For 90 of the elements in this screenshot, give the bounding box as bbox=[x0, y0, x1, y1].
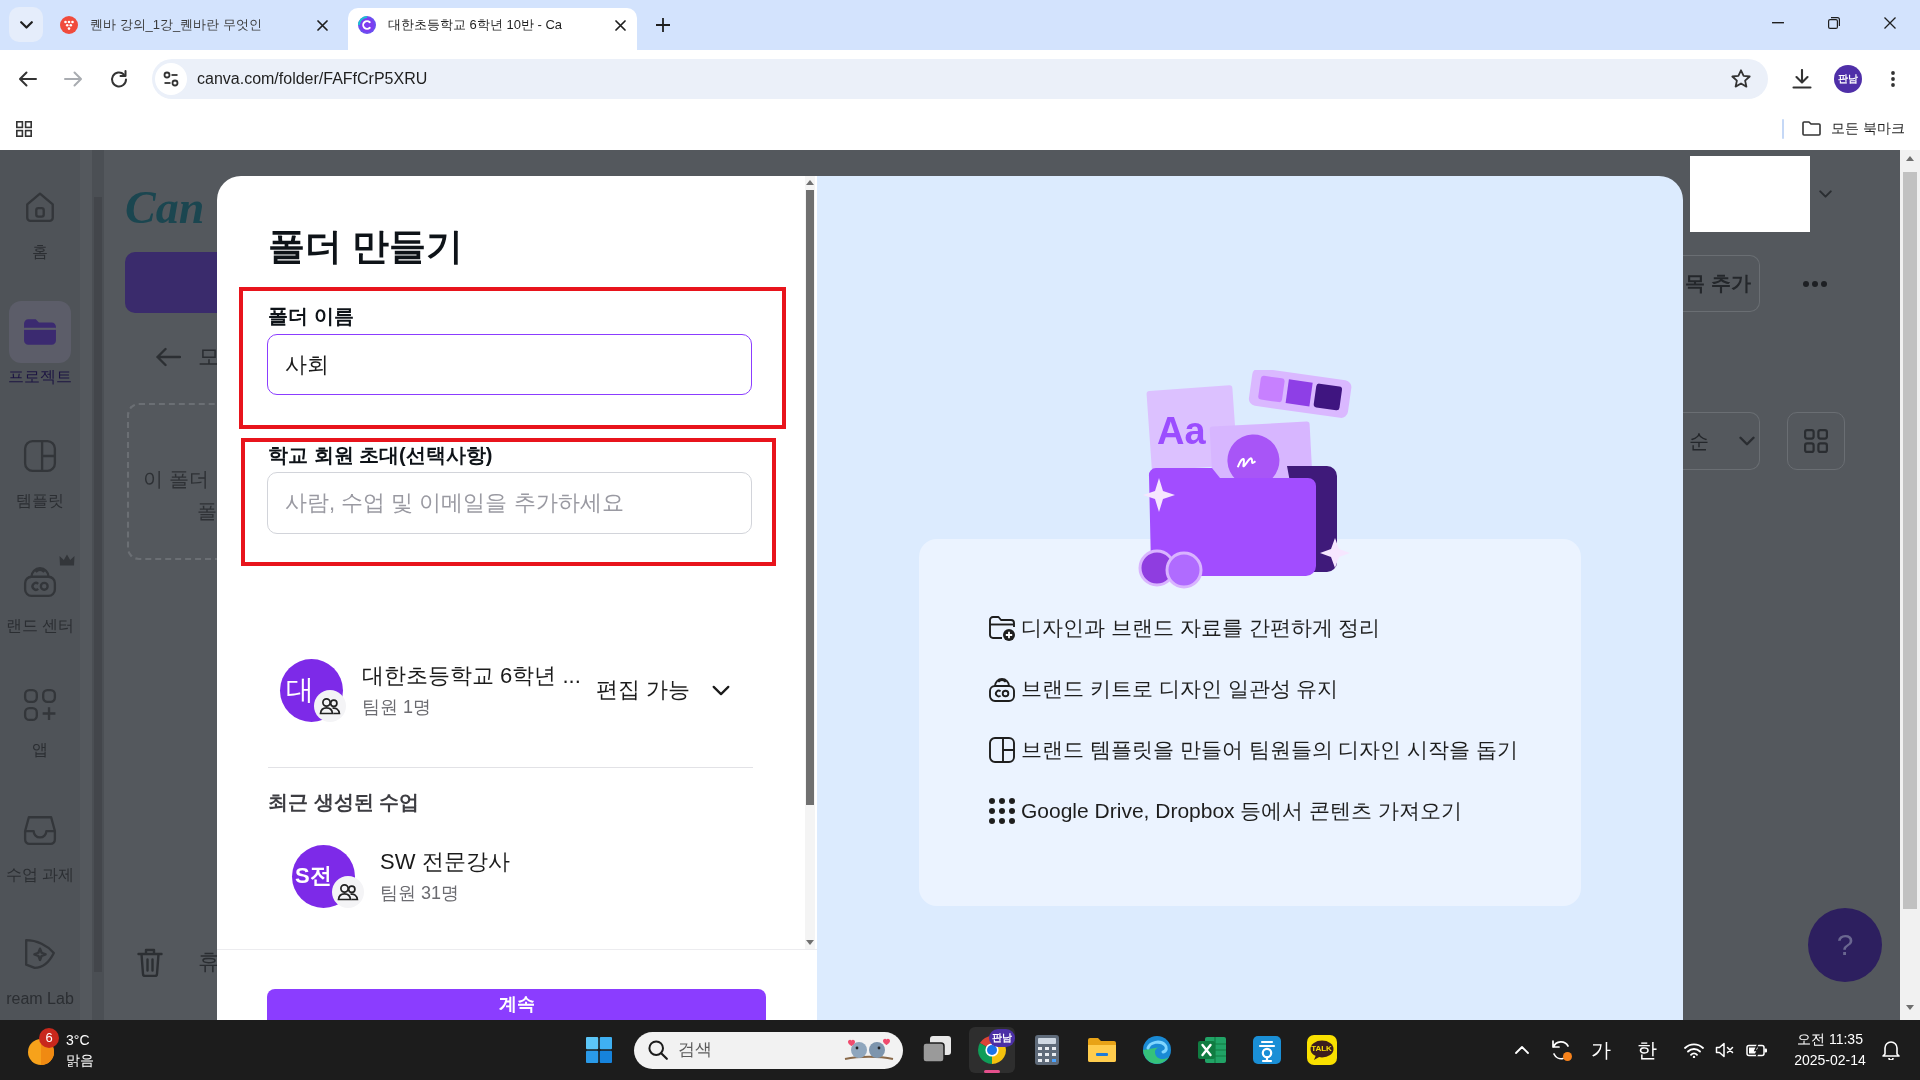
chat-app-icon bbox=[1305, 1034, 1338, 1066]
feature-text: 브랜드 키트로 디자인 일관성 유지 bbox=[1021, 676, 1339, 702]
profile-badge: 판남 bbox=[988, 1029, 1015, 1047]
group-icon bbox=[314, 689, 346, 722]
brand-kit-icon bbox=[988, 675, 1016, 703]
swirl-icon bbox=[1140, 1034, 1173, 1066]
weather-widget[interactable]: 6 3°C 맑음 bbox=[27, 1026, 94, 1074]
grid-view-button[interactable] bbox=[1787, 412, 1845, 470]
tab-search-button[interactable] bbox=[9, 7, 43, 42]
app-icon-label: TALK bbox=[1310, 1044, 1333, 1054]
logo-text: Can bbox=[125, 185, 205, 230]
taskbar-app-button[interactable]: 판남 bbox=[968, 1027, 1015, 1073]
clock-time[interactable]: 오전 11:35 bbox=[1797, 1029, 1863, 1050]
download-icon[interactable] bbox=[1792, 68, 1812, 89]
plus-icon[interactable] bbox=[656, 18, 670, 32]
birds-icon bbox=[842, 1037, 895, 1063]
minimize-icon[interactable] bbox=[1772, 22, 1784, 24]
profile-avatar[interactable]: 판남 bbox=[1834, 64, 1862, 93]
wifi-icon[interactable] bbox=[1684, 1042, 1704, 1058]
home-icon bbox=[23, 190, 57, 224]
folder-plus-icon bbox=[988, 614, 1016, 642]
browser-tab[interactable]: 대한초등학교 6학년 10반 - Ca bbox=[348, 8, 637, 50]
all-bookmarks-button[interactable]: 모든 북마크 bbox=[1802, 119, 1905, 138]
tune-icon[interactable] bbox=[155, 62, 187, 95]
feature-text: 디자인과 브랜드 자료를 간편하게 정리 bbox=[1021, 615, 1381, 641]
close-icon[interactable] bbox=[1884, 17, 1896, 29]
apps-grid-icon[interactable] bbox=[16, 120, 32, 137]
scrollbar-thumb[interactable] bbox=[1903, 172, 1917, 909]
taskbar-app-button[interactable]: TALK bbox=[1298, 1027, 1345, 1073]
restore-icon[interactable] bbox=[1828, 17, 1840, 29]
back-arrow-icon[interactable] bbox=[17, 68, 37, 89]
circle-logo-icon bbox=[358, 16, 376, 34]
browser-tab[interactable]: 퀜바 강의_1강_퀜바란 무엇인 bbox=[56, 8, 338, 50]
trash-icon bbox=[137, 947, 163, 977]
team-name: 대한초등학교 6학년 ... bbox=[362, 662, 582, 689]
dots-grid-icon bbox=[988, 797, 1016, 825]
temperature-text: 3°C bbox=[66, 1031, 91, 1050]
search-input-field[interactable]: 검색 bbox=[677, 1040, 843, 1060]
layout-icon bbox=[988, 736, 1016, 764]
chevron-down-icon bbox=[1739, 436, 1755, 446]
document-app-icon bbox=[1250, 1034, 1283, 1066]
dialog-title: 폴더 만들기 bbox=[268, 225, 465, 269]
sync-icon[interactable] bbox=[1549, 1038, 1573, 1062]
group-icon bbox=[332, 875, 364, 908]
continue-button[interactable]: 계속 bbox=[267, 989, 766, 1020]
apps-icon bbox=[23, 688, 57, 722]
weather-condition-text: 맑음 bbox=[66, 1051, 94, 1070]
class-list-item[interactable]: S전 SW 전문강사 팀원 31명 bbox=[292, 845, 805, 907]
scroll-up-icon[interactable] bbox=[1906, 156, 1914, 161]
input-language-indicator[interactable]: 한 bbox=[1630, 1036, 1664, 1064]
member-count: 팀원 1명 bbox=[362, 695, 432, 718]
layout-icon bbox=[23, 439, 57, 473]
notification-badge: 6 bbox=[39, 1028, 59, 1048]
text-input-field[interactable]: 사회 bbox=[267, 334, 752, 395]
clock-date[interactable]: 2025-02-14 bbox=[1794, 1050, 1866, 1071]
font-sample-text: Aa bbox=[1157, 410, 1206, 452]
permission-dropdown[interactable]: 편집 가능 bbox=[591, 675, 734, 705]
close-icon[interactable] bbox=[317, 19, 328, 31]
chevron-up-icon[interactable] bbox=[1515, 1046, 1529, 1054]
chevron-down-icon bbox=[19, 20, 33, 29]
scroll-down-icon[interactable] bbox=[1906, 1005, 1914, 1010]
class-name: SW 전문강사 bbox=[380, 848, 511, 875]
field-label: 폴더 이름 bbox=[268, 304, 355, 328]
notification-bell-icon[interactable] bbox=[1882, 1040, 1900, 1060]
field-label: 학교 회원 초대(선택사항) bbox=[268, 443, 494, 467]
search-icon bbox=[647, 1040, 668, 1060]
sparkle-card-icon bbox=[23, 937, 57, 971]
star-icon[interactable] bbox=[1731, 69, 1751, 88]
scroll-down-icon[interactable] bbox=[806, 940, 814, 945]
section-heading: 최근 생성된 수업 bbox=[268, 790, 421, 814]
feature-text: 브랜드 템플릿을 만들어 팀원들의 디자인 시작을 돕기 bbox=[1021, 737, 1518, 763]
input-mode-indicator[interactable]: 가 bbox=[1584, 1036, 1618, 1064]
reload-icon[interactable] bbox=[109, 68, 129, 89]
member-count: 팀원 31명 bbox=[380, 881, 461, 904]
search-bar[interactable]: 검색 bbox=[633, 1031, 903, 1069]
text-input-field[interactable]: 사람, 수업 및 이메일을 추가하세요 bbox=[267, 472, 752, 534]
feature-text: Google Drive, Dropbox 등에서 콘텐츠 가져오기 bbox=[1021, 798, 1463, 824]
grid-icon bbox=[1804, 429, 1828, 453]
address-bar[interactable]: canva.com/folder/FAFfCrP5XRU bbox=[152, 58, 1768, 99]
start-menu-icon[interactable] bbox=[585, 1037, 612, 1063]
chevron-down-icon bbox=[712, 684, 730, 696]
spreadsheet-icon bbox=[1195, 1034, 1228, 1066]
scrollbar-thumb[interactable] bbox=[806, 190, 814, 805]
dots-circle-icon bbox=[60, 16, 78, 34]
scroll-up-icon[interactable] bbox=[806, 180, 814, 185]
battery-charging-icon[interactable] bbox=[1746, 1043, 1768, 1057]
speaker-muted-icon[interactable] bbox=[1715, 1042, 1735, 1058]
menu-icon[interactable] bbox=[1891, 70, 1895, 87]
close-icon[interactable] bbox=[615, 19, 626, 31]
folder-icon bbox=[1802, 121, 1822, 136]
